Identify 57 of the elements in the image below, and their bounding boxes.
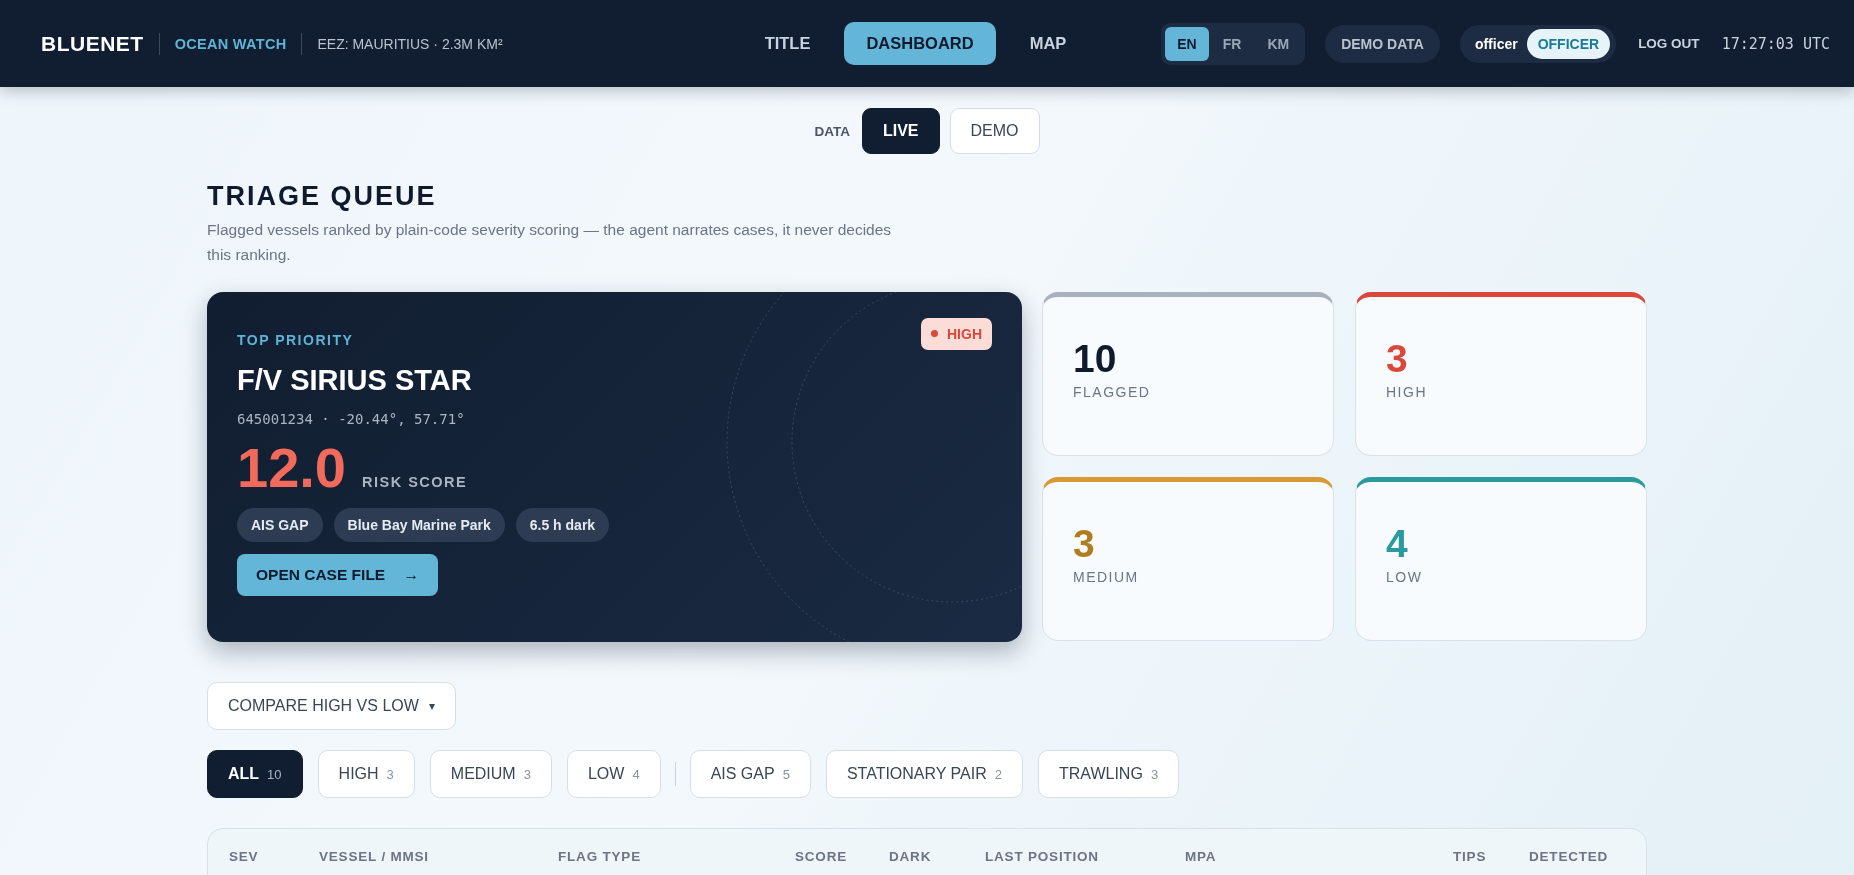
product-name: OCEAN WATCH [174, 35, 287, 52]
column-header[interactable]: LAST POSITION [985, 848, 1099, 864]
column-header[interactable]: VESSEL / MMSI [319, 848, 429, 864]
open-case-button[interactable]: OPEN CASE FILE → [237, 553, 439, 596]
tag: 6.5 h dark [515, 507, 610, 542]
filter-chip[interactable]: STATIONARY PAIR 2 [825, 749, 1023, 798]
filter-chip[interactable]: ALL 10 [207, 749, 303, 798]
clock: 17:27:03 UTC [1721, 34, 1830, 53]
logout-button[interactable]: LOG OUT [1636, 32, 1702, 55]
column-header[interactable]: DARK [889, 848, 932, 864]
data-label: DATA [814, 123, 850, 139]
risk-score-label: RISK SCORE [362, 473, 468, 490]
user-name: officer [1474, 35, 1518, 52]
region-label: EEZ: MAURITIUS · 2.3M KM² [317, 35, 503, 52]
risk-score: 12.0 [237, 434, 346, 500]
tag: AIS GAP [237, 507, 323, 542]
column-header[interactable]: FLAG TYPE [558, 848, 641, 864]
filter-chip[interactable]: MEDIUM 3 [429, 749, 552, 798]
compare-dropdown[interactable]: COMPARE HIGH VS LOW ▾ [207, 681, 456, 730]
stat-label: MEDIUM [1073, 569, 1140, 586]
column-header[interactable]: MPA [1185, 848, 1217, 864]
role-badge: OFFICER [1526, 28, 1611, 59]
stat-value: 4 [1386, 524, 1409, 564]
language-option[interactable]: FR [1210, 26, 1254, 61]
nav-tab[interactable]: MAP [1007, 22, 1089, 65]
language-option[interactable]: KM [1255, 26, 1302, 61]
vessel-meta: 645001234 · -20.44°, 57.71° [237, 410, 466, 427]
filter-chip[interactable]: HIGH 3 [317, 749, 415, 798]
column-header[interactable]: SEV [229, 848, 259, 864]
stat-label: HIGH [1386, 383, 1428, 400]
tag: Blue Bay Marine Park [333, 507, 505, 542]
filter-chip[interactable]: TRAWLING 3 [1038, 749, 1180, 798]
eyebrow-label: TOP PRIORITY [237, 331, 354, 348]
logo: BLUENET [41, 31, 144, 56]
stat-value: 3 [1386, 338, 1409, 378]
filter-chip[interactable]: LOW 4 [566, 749, 661, 798]
nav-tab[interactable]: TITLE [742, 22, 833, 65]
data-source-toggle[interactable]: LIVE [861, 108, 940, 154]
filter-chip[interactable]: AIS GAP 5 [689, 749, 811, 798]
vessel-name: F/V SIRIUS STAR [237, 363, 473, 397]
stat-value: 3 [1073, 524, 1096, 564]
severity-badge: HIGH [921, 317, 992, 350]
page-subtitle: Flagged vessels ranked by plain-code severity scoring — the agent narrates cases, it never decides this ranking. [207, 220, 893, 265]
nav-tab[interactable]: DASHBOARD [844, 22, 996, 65]
stat-label: FLAGGED [1073, 383, 1152, 400]
page-title: TRIAGE QUEUE [207, 181, 438, 212]
column-header[interactable]: DETECTED [1529, 848, 1609, 864]
stat-value: 10 [1073, 338, 1118, 378]
severity-dot [931, 330, 938, 338]
language-switch[interactable]: EN FR KM [1161, 22, 1306, 65]
column-header[interactable]: TIPS [1453, 848, 1487, 864]
stat-label: LOW [1386, 569, 1424, 586]
column-header[interactable]: SCORE [795, 848, 847, 864]
data-source-toggle[interactable]: DEMO [949, 108, 1040, 154]
language-option[interactable]: EN [1165, 26, 1209, 61]
role-switch[interactable]: officer OFFICER [1459, 24, 1617, 63]
demo-data-button[interactable]: DEMO DATA [1325, 24, 1440, 63]
